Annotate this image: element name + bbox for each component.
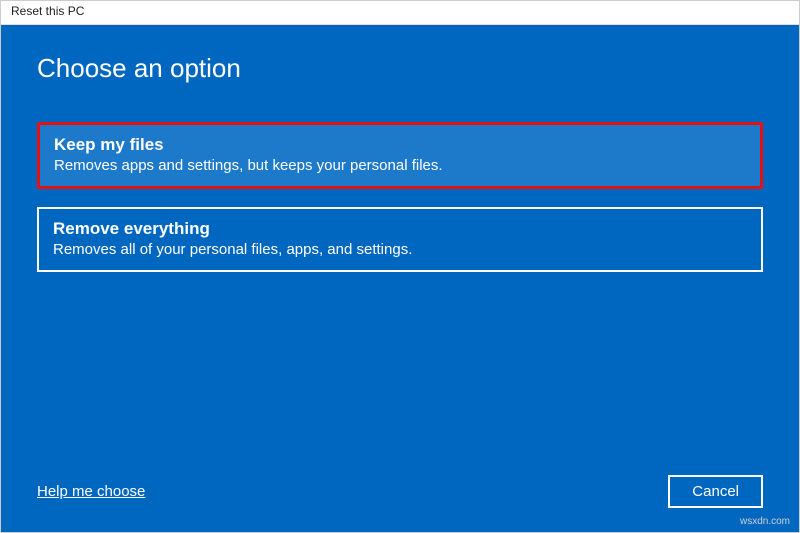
dialog-footer: Help me choose Cancel [37,465,763,508]
page-heading: Choose an option [37,53,763,84]
option-title: Remove everything [53,219,747,239]
watermark: wsxdn.com [740,516,790,527]
window-title: Reset this PC [11,4,84,18]
reset-pc-window: Reset this PC Choose an option Keep my f… [0,0,800,533]
option-description: Removes apps and settings, but keeps you… [54,157,746,174]
option-title: Keep my files [54,135,746,155]
cancel-button[interactable]: Cancel [668,475,763,508]
option-keep-my-files[interactable]: Keep my files Removes apps and settings,… [37,122,763,189]
option-description: Removes all of your personal files, apps… [53,241,747,258]
help-me-choose-link[interactable]: Help me choose [37,483,145,500]
window-titlebar: Reset this PC [1,1,799,25]
option-remove-everything[interactable]: Remove everything Removes all of your pe… [37,207,763,272]
dialog-content: Choose an option Keep my files Removes a… [1,25,799,532]
